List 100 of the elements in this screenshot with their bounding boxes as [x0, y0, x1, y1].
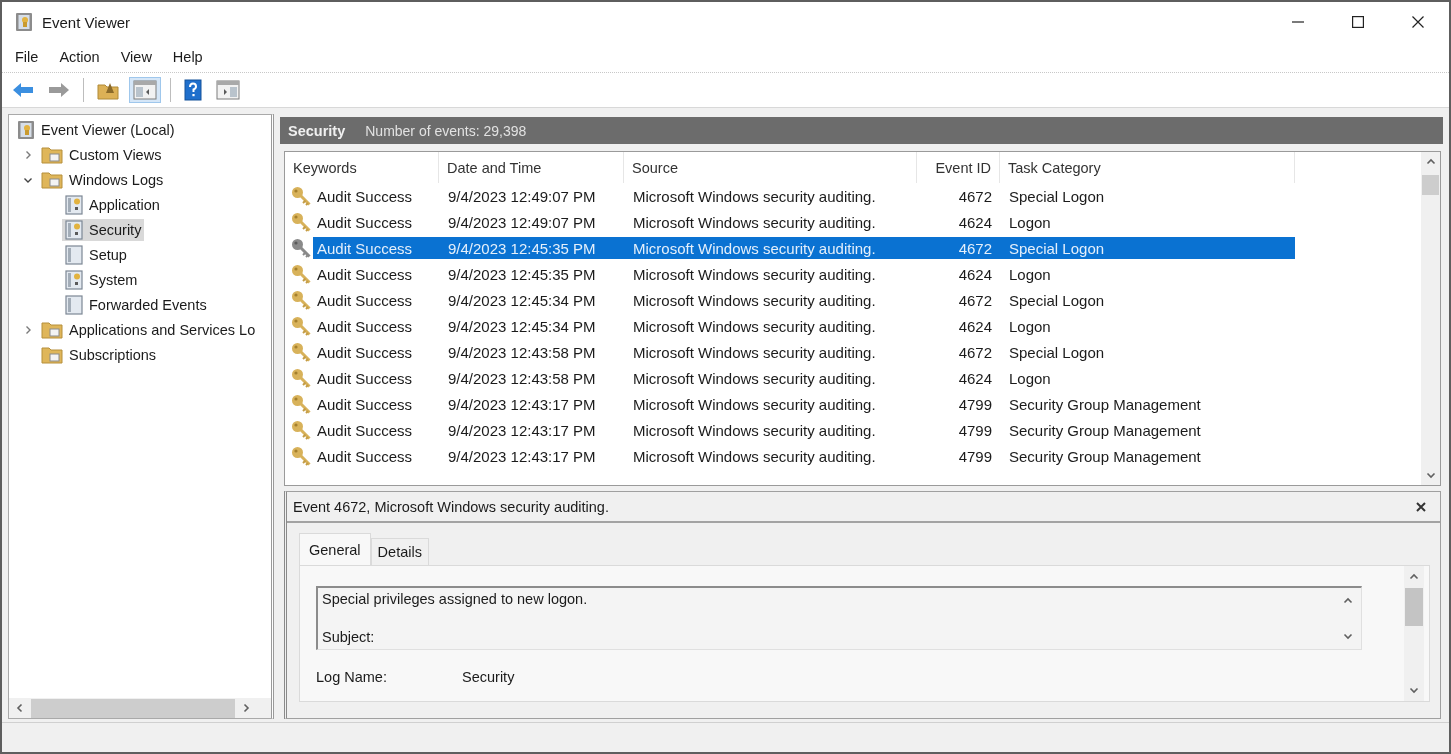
table-cell-text: Audit Success — [316, 265, 414, 283]
tree-item[interactable]: Setup — [62, 243, 130, 266]
table-row[interactable]: Audit Success 9/4/2023 12:43:17 PM Microsoft Windows security auditing. 4799 Security Group Management — [313, 419, 1295, 441]
chevron-up-icon[interactable] — [1343, 596, 1353, 606]
forward-arrow-icon — [48, 81, 70, 99]
column-header[interactable]: Task Category — [1000, 152, 1295, 183]
chevron-right-icon[interactable] — [23, 149, 33, 160]
vertical-scrollbar[interactable] — [1404, 566, 1424, 701]
scroll-thumb[interactable] — [31, 698, 235, 718]
table-cell-text: 9/4/2023 12:49:07 PM — [447, 213, 597, 231]
key-icon — [291, 394, 311, 414]
tree-item[interactable]: Subscriptions — [38, 344, 160, 365]
chevron-up-icon[interactable] — [1425, 157, 1436, 167]
table-cell-text: Microsoft Windows security auditing. — [632, 239, 877, 257]
table-cell-text: 9/4/2023 12:43:58 PM — [447, 343, 597, 361]
chevron-left-icon[interactable] — [15, 703, 25, 713]
table-cell-text: Audit Success — [316, 343, 414, 361]
table-cell-text: Special Logon — [1008, 343, 1106, 361]
tree-item[interactable]: Custom Views — [38, 144, 165, 165]
table-cell-text: Microsoft Windows security auditing. — [632, 291, 877, 309]
maximize-icon[interactable] — [1352, 16, 1364, 28]
table-cell-text: Microsoft Windows security auditing. — [632, 447, 877, 465]
menu-item[interactable]: Action — [59, 49, 100, 65]
table-cell-text: Audit Success — [316, 213, 414, 231]
table-cell-text: 4624 — [957, 265, 993, 283]
table-cell-text: 9/4/2023 12:43:17 PM — [447, 447, 597, 465]
tree-item[interactable]: Applications and Services Lo — [38, 319, 259, 340]
tab[interactable]: General — [299, 533, 371, 565]
key-icon — [291, 290, 311, 310]
table-cell-text: 4672 — [957, 187, 993, 205]
description-text: Subject: — [322, 628, 376, 647]
table-cell-text: Special Logon — [1008, 187, 1106, 205]
table-row[interactable]: Audit Success 9/4/2023 12:45:35 PM Microsoft Windows security auditing. 4624 Logon — [313, 263, 1295, 285]
menu-item[interactable]: File — [15, 49, 39, 65]
table-cell-text: Audit Success — [316, 369, 414, 387]
column-header[interactable]: Event ID — [917, 152, 1000, 183]
log-icon — [65, 244, 83, 265]
tree-item[interactable]: System — [62, 268, 141, 291]
window-pane-icon — [133, 80, 157, 100]
table-cell-text: 4672 — [957, 291, 993, 309]
column-header[interactable]: Keywords — [285, 152, 439, 183]
table-cell-text: Microsoft Windows security auditing. — [632, 265, 877, 283]
chevron-down-icon[interactable] — [1343, 631, 1353, 641]
table-cell-text: Audit Success — [316, 447, 414, 465]
table-cell-text: 4624 — [957, 317, 993, 335]
chevron-up-icon[interactable] — [1409, 572, 1419, 582]
tree-item[interactable]: Forwarded Events — [62, 293, 210, 316]
log-icon — [65, 219, 83, 240]
chevron-down-icon[interactable] — [1425, 470, 1436, 480]
table-row[interactable]: Audit Success 9/4/2023 12:43:17 PM Microsoft Windows security auditing. 4799 Security Group Management — [313, 445, 1295, 467]
key-icon — [291, 212, 311, 232]
key-icon — [291, 368, 311, 388]
tree-item[interactable]: Application — [62, 193, 163, 216]
scroll-thumb[interactable] — [1405, 588, 1423, 626]
vertical-scrollbar[interactable] — [1421, 152, 1440, 485]
table-cell-text: Audit Success — [316, 187, 414, 205]
tree-item[interactable]: Windows Logs — [38, 169, 167, 190]
table-row[interactable]: Audit Success 9/4/2023 12:43:58 PM Microsoft Windows security auditing. 4672 Special Logon — [313, 341, 1295, 363]
table-row[interactable]: Audit Success 9/4/2023 12:45:34 PM Microsoft Windows security auditing. 4624 Logon — [313, 315, 1295, 337]
table-cell-text: Microsoft Windows security auditing. — [632, 395, 877, 413]
field-label: Log Name: — [316, 669, 388, 685]
chevron-down-icon[interactable] — [1409, 685, 1419, 695]
tree-item[interactable]: Event Viewer (Local) — [14, 118, 178, 141]
column-header[interactable]: Date and Time — [439, 152, 624, 183]
key-icon — [291, 342, 311, 362]
table-cell-text: Logon — [1008, 265, 1052, 283]
table-row[interactable]: Audit Success 9/4/2023 12:45:34 PM Microsoft Windows security auditing. 4672 Special Logon — [313, 289, 1295, 311]
folder-icon — [41, 170, 63, 189]
table-row[interactable]: Audit Success 9/4/2023 12:49:07 PM Microsoft Windows security auditing. 4624 Logon — [313, 211, 1295, 233]
menu-item[interactable]: View — [120, 49, 152, 65]
menu-item[interactable]: Help — [172, 49, 203, 65]
log-book-icon — [15, 12, 33, 32]
tree-item[interactable]: Security — [62, 218, 145, 241]
close-icon[interactable] — [1412, 16, 1424, 28]
close-icon[interactable] — [1416, 501, 1426, 512]
table-cell-text: Microsoft Windows security auditing. — [632, 369, 877, 387]
column-header[interactable]: Source — [624, 152, 917, 183]
table-cell-text: 4799 — [957, 447, 993, 465]
table-cell-text: Logon — [1008, 317, 1052, 335]
folder-icon — [41, 145, 63, 164]
key-icon — [291, 316, 311, 336]
description-field[interactable]: Special privileges assigned to new logon. Subject: — [316, 586, 1362, 650]
table-row[interactable]: Audit Success 9/4/2023 12:45:35 PM Microsoft Windows security auditing. 4672 Special Logon — [313, 237, 1295, 259]
table-cell-text: Audit Success — [316, 395, 414, 413]
back-arrow-icon — [12, 81, 34, 99]
table-cell-text: 9/4/2023 12:43:17 PM — [447, 421, 597, 439]
table-row[interactable]: Audit Success 9/4/2023 12:43:17 PM Microsoft Windows security auditing. 4799 Security Group Management — [313, 393, 1295, 415]
table-row[interactable]: Audit Success 9/4/2023 12:49:07 PM Microsoft Windows security auditing. 4672 Special Logon — [313, 185, 1295, 207]
chevron-right-icon[interactable] — [23, 324, 33, 335]
folder-icon — [41, 320, 63, 339]
table-row[interactable]: Audit Success 9/4/2023 12:43:58 PM Microsoft Windows security auditing. 4624 Logon — [313, 367, 1295, 389]
window-pane-icon — [216, 80, 240, 100]
scroll-thumb[interactable] — [1422, 175, 1439, 195]
table-cell-text: 4799 — [957, 395, 993, 413]
table-cell-text: Logon — [1008, 213, 1052, 231]
key-icon — [291, 420, 311, 440]
table-cell-text: 9/4/2023 12:45:35 PM — [447, 265, 597, 283]
chevron-right-icon[interactable] — [241, 703, 251, 713]
horizontal-scrollbar[interactable] — [9, 698, 271, 718]
tab[interactable]: Details — [370, 538, 429, 565]
